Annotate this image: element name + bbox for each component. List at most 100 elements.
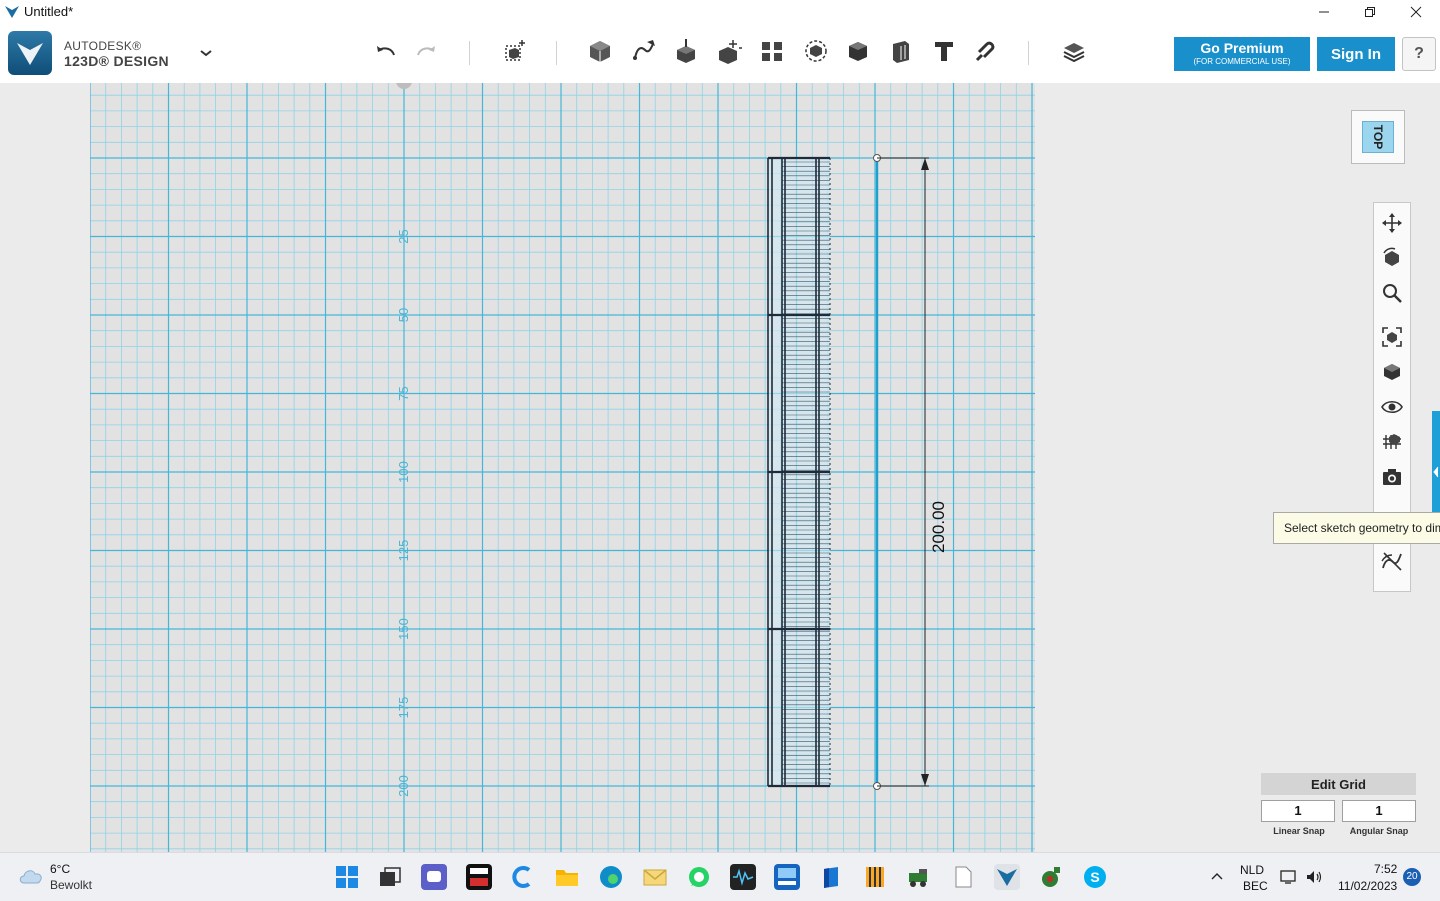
grid-plane[interactable]: 255075100125150175200225200.00 <box>89 73 1035 875</box>
taskbar-app-mail[interactable] <box>642 864 668 890</box>
visibility-button[interactable] <box>1379 394 1405 420</box>
start-button[interactable] <box>334 864 360 890</box>
pattern-button[interactable] <box>756 35 788 67</box>
taskbar-app-explorer[interactable] <box>554 864 580 890</box>
keyboard-layout[interactable]: BEC <box>1243 879 1268 893</box>
primitives-button[interactable] <box>584 35 616 67</box>
taskbar-app-123d-design[interactable] <box>994 864 1020 890</box>
help-button[interactable]: ? <box>1402 37 1436 71</box>
view-cube[interactable]: TOP <box>1351 110 1405 164</box>
green-app-icon <box>1042 867 1060 887</box>
close-icon <box>1410 6 1422 17</box>
pan-icon <box>1382 213 1402 233</box>
taskbar-app-edge[interactable] <box>598 864 624 890</box>
locomotive-icon <box>909 869 927 887</box>
maximize-button[interactable] <box>1347 0 1393 23</box>
taskbar-app-skype[interactable]: S <box>1082 864 1108 890</box>
measure-button[interactable] <box>884 35 916 67</box>
material-button[interactable] <box>1058 35 1090 67</box>
text-button[interactable] <box>928 35 960 67</box>
taskbar-app-oscilloscope[interactable] <box>730 864 756 890</box>
pan-button[interactable] <box>1379 210 1405 236</box>
minimize-icon <box>1319 11 1329 12</box>
group-button[interactable] <box>800 35 832 67</box>
taskbar-app-esu[interactable] <box>774 864 800 890</box>
task-view-button[interactable] <box>377 864 403 890</box>
folder-icon <box>556 870 578 886</box>
taskbar-app-tool[interactable] <box>862 864 888 890</box>
view-cube-label: TOP <box>1370 124 1385 150</box>
orbit-icon <box>1383 247 1399 266</box>
taskbar-app-locomotive[interactable] <box>906 864 932 890</box>
taskbar-app-ccleaner[interactable] <box>509 864 535 890</box>
sketch-button[interactable] <box>628 35 660 67</box>
close-button[interactable] <box>1393 0 1439 23</box>
taskbar-app-notes[interactable] <box>818 864 844 890</box>
go-premium-button[interactable]: Go Premium (FOR COMMERCIAL USE) <box>1174 37 1310 71</box>
waveform-icon <box>733 868 754 886</box>
hide-sketch-icon <box>1381 552 1402 571</box>
orbit-button[interactable] <box>1379 245 1405 271</box>
toolbar-separator <box>1028 41 1029 65</box>
clock-time[interactable]: 7:52 <box>1374 862 1397 876</box>
grid-icon <box>1383 434 1401 449</box>
chevron-up-icon[interactable] <box>1210 870 1224 884</box>
viewport-canvas[interactable]: 255075100125150175200225200.00 TOP <box>0 73 1440 875</box>
modify-button[interactable] <box>714 35 746 67</box>
dimension-value[interactable]: 200.00 <box>929 501 948 553</box>
combine-button[interactable] <box>842 35 874 67</box>
task-view-icon <box>380 867 401 886</box>
ruler-tick-label: 125 <box>396 540 411 562</box>
construct-button[interactable] <box>670 35 702 67</box>
snap-button[interactable] <box>970 35 1002 67</box>
view-cube-top-face[interactable]: TOP <box>1362 121 1394 153</box>
hide-sketch-button[interactable] <box>1379 548 1405 574</box>
default-view-button[interactable] <box>1379 359 1405 385</box>
grid-view-button[interactable] <box>1379 429 1405 455</box>
taskbar-app-document[interactable] <box>950 864 976 890</box>
ruler-tick-label: 100 <box>396 461 411 483</box>
screenshot-button[interactable] <box>1379 464 1405 490</box>
tooltip: Select sketch geometry to dimension <box>1273 512 1440 544</box>
toolbar-separator <box>469 41 470 65</box>
speaker-icon[interactable] <box>1305 869 1323 885</box>
weather-temperature: 6°C <box>50 862 71 876</box>
angular-snap-label: Angular Snap <box>1349 826 1409 836</box>
cloud-icon <box>19 870 42 884</box>
transform-icon <box>505 40 525 61</box>
redo-button[interactable] <box>411 35 443 67</box>
language-code[interactable]: NLD <box>1240 863 1264 877</box>
taskbar-app-whatsapp[interactable] <box>686 864 712 890</box>
app-menu-logo[interactable] <box>8 31 52 75</box>
notification-badge[interactable]: 20 <box>1403 868 1421 886</box>
linear-snap-input[interactable]: 1 <box>1261 800 1335 822</box>
primitives-box-icon <box>590 41 610 62</box>
whatsapp-icon <box>689 867 709 887</box>
transform-button[interactable] <box>499 35 531 67</box>
pickit-icon <box>470 868 488 886</box>
chat-icon <box>427 871 441 882</box>
zoom-magnifier-icon <box>1383 284 1402 303</box>
taskbar-app-pickit[interactable] <box>466 864 492 890</box>
taskbar-app-green[interactable] <box>1038 864 1064 890</box>
title-bar: Untitled* <box>0 0 1440 23</box>
taskbar-app-teams[interactable] <box>421 864 447 890</box>
fit-button[interactable] <box>1379 324 1405 350</box>
clock-date[interactable]: 11/02/2023 <box>1338 879 1397 893</box>
grid-svg[interactable]: 255075100125150175200225200.00 <box>89 73 1035 875</box>
window-title: Untitled* <box>24 4 74 19</box>
premium-sub-label: (FOR COMMERCIAL USE) <box>1193 57 1291 66</box>
group-icon <box>805 40 827 62</box>
angular-snap-input[interactable]: 1 <box>1342 800 1416 822</box>
sign-in-button[interactable]: Sign In <box>1317 37 1395 71</box>
ruler-tick-label: 175 <box>396 697 411 719</box>
minimize-button[interactable] <box>1301 0 1347 23</box>
zoom-button[interactable] <box>1379 280 1405 306</box>
undo-button[interactable] <box>369 35 401 67</box>
edit-grid-button[interactable]: Edit Grid <box>1261 773 1416 795</box>
network-icon[interactable] <box>1280 869 1298 885</box>
mail-icon <box>643 869 667 886</box>
chevron-down-icon[interactable] <box>196 43 216 63</box>
snap-magnet-icon <box>975 41 995 62</box>
ruler-tick-label: 150 <box>396 618 411 640</box>
